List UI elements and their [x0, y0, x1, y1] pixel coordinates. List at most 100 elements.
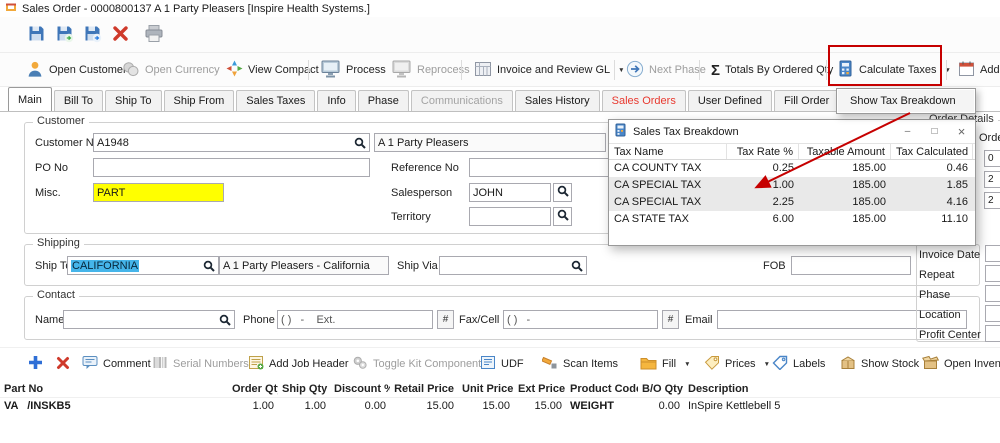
close-button[interactable]: ×	[948, 120, 975, 143]
fax-input[interactable]: ( ) -	[503, 310, 658, 329]
col-taxable-amount[interactable]: Taxable Amount	[799, 144, 891, 159]
repeat-input[interactable]	[985, 265, 1000, 282]
tab-phase[interactable]: Phase	[357, 90, 409, 111]
tab-info[interactable]: Info	[317, 90, 356, 111]
tab-communications[interactable]: Communications	[410, 90, 513, 111]
table-row[interactable]: VA /INSKB5 1.00 1.00 0.00 15.00 15.00 15…	[0, 398, 1000, 415]
col-tax-name[interactable]: Tax Name	[609, 144, 727, 159]
col-discount[interactable]: Discount %	[330, 381, 390, 397]
order-details-spinner-3[interactable]: 2▲▼	[984, 192, 1000, 209]
location-input[interactable]	[985, 305, 1000, 322]
fax-dial-button[interactable]: #	[662, 310, 679, 329]
col-part-no[interactable]: Part No	[0, 381, 228, 397]
col-order-qty[interactable]: Order Qty	[228, 381, 278, 397]
col-description[interactable]: Description	[684, 381, 1000, 397]
add-to-button[interactable]: Add To	[952, 56, 1000, 84]
col-retail-price[interactable]: Retail Price	[390, 381, 458, 397]
fob-input[interactable]	[791, 256, 911, 275]
cell-order-qty[interactable]: 1.00	[228, 398, 278, 415]
menu-item-show-tax-breakdown[interactable]: Show Tax Breakdown	[838, 90, 974, 112]
tab-fill-order[interactable]: Fill Order	[774, 90, 840, 111]
process-button[interactable]: Process	[315, 56, 392, 84]
tax-row[interactable]: CA SPECIAL TAX 2.25 185.00 4.16	[609, 194, 975, 211]
col-tax-rate[interactable]: Tax Rate %	[727, 144, 799, 159]
prices-button[interactable]: Prices ▼	[704, 352, 770, 376]
tax-row[interactable]: CA SPECIAL TAX 1.00 185.00 1.85	[609, 177, 975, 194]
ship-via-input[interactable]	[439, 256, 587, 275]
contact-name-input[interactable]	[63, 310, 235, 329]
tab-ship-to[interactable]: Ship To	[105, 90, 162, 111]
tab-ship-from[interactable]: Ship From	[163, 90, 235, 111]
customer-name-field[interactable]: A 1 Party Pleasers	[374, 133, 606, 152]
open-currency-button[interactable]: Open Currency	[116, 56, 226, 84]
po-no-input[interactable]	[93, 158, 370, 177]
cell-unit-price[interactable]: 15.00	[458, 398, 514, 415]
cell-discount[interactable]: 0.00	[330, 398, 390, 415]
tab-sales-history[interactable]: Sales History	[514, 90, 600, 111]
invoice-date-input[interactable]	[985, 245, 1000, 262]
cell-description[interactable]: InSpire Kettlebell 5	[684, 398, 1000, 415]
labels-button[interactable]: Labels	[772, 352, 825, 376]
delete-line-button[interactable]	[56, 352, 70, 376]
territory-input[interactable]	[469, 207, 551, 226]
salesperson-input[interactable]: JOHN	[469, 183, 551, 202]
col-ship-qty[interactable]: Ship Qty	[278, 381, 330, 397]
cell-part-no[interactable]: VA /INSKB5	[0, 398, 228, 415]
cell-ext-price[interactable]: 15.00	[514, 398, 566, 415]
save-close-button[interactable]	[78, 21, 106, 49]
cell-ship-qty[interactable]: 1.00	[278, 398, 330, 415]
open-inventory-button[interactable]: Open Inventory	[922, 352, 1000, 376]
cancel-changes-button[interactable]	[106, 21, 134, 49]
print-button[interactable]	[140, 21, 168, 49]
show-stock-button[interactable]: Show Stock	[840, 352, 919, 376]
salesperson-search-button[interactable]	[553, 183, 572, 202]
misc-input[interactable]: PART	[93, 183, 224, 202]
scan-items-button[interactable]: Scan Items	[541, 352, 618, 376]
save-refresh-button[interactable]	[50, 21, 78, 49]
dialog-titlebar[interactable]: Sales Tax Breakdown – □ ×	[609, 120, 975, 143]
serial-numbers-button[interactable]: Serial Numbers	[152, 352, 249, 376]
tab-sales-taxes[interactable]: Sales Taxes	[236, 90, 316, 111]
order-details-spinner-1[interactable]: 0▲▼	[984, 150, 1000, 167]
tab-sales-orders[interactable]: Sales Orders	[601, 90, 686, 111]
tax-row[interactable]: CA STATE TAX 6.00 185.00 11.10	[609, 211, 975, 228]
search-icon[interactable]	[354, 137, 366, 149]
chevron-down-icon[interactable]: ▼	[684, 361, 690, 368]
fill-button[interactable]: Fill ▼	[640, 352, 691, 376]
ship-to-name-field[interactable]: A 1 Party Pleasers - California	[219, 256, 389, 275]
minimize-button[interactable]: –	[894, 120, 921, 143]
view-compact-button[interactable]: View Compact	[220, 56, 325, 84]
maximize-button[interactable]: □	[921, 120, 948, 143]
col-bo-qty[interactable]: B/O Qty	[638, 381, 684, 397]
col-product-code[interactable]: Product Code	[566, 381, 638, 397]
toggle-kit-components-button[interactable]: Toggle Kit Components	[352, 352, 487, 376]
col-tax-calculated[interactable]: Tax Calculated	[891, 144, 973, 159]
col-unit-price[interactable]: Unit Price	[458, 381, 514, 397]
customer-no-input[interactable]: A1948	[93, 133, 370, 152]
profit-center-input[interactable]	[985, 325, 1000, 342]
cell-retail-price[interactable]: 15.00	[390, 398, 458, 415]
search-icon[interactable]	[203, 260, 215, 272]
phone-input[interactable]: ( ) - Ext.	[277, 310, 433, 329]
udf-button[interactable]: UDF	[480, 352, 524, 376]
chevron-down-icon[interactable]: ▼	[764, 361, 770, 368]
search-icon[interactable]	[219, 314, 231, 326]
tab-bill-to[interactable]: Bill To	[53, 90, 103, 111]
save-button[interactable]	[22, 21, 50, 49]
add-line-button[interactable]	[28, 352, 43, 376]
add-job-header-button[interactable]: Add Job Header	[248, 352, 349, 376]
col-ext-price[interactable]: Ext Price	[514, 381, 566, 397]
comment-button[interactable]: Comment	[82, 352, 151, 376]
territory-search-button[interactable]	[553, 207, 572, 226]
tab-user-defined[interactable]: User Defined	[687, 90, 773, 111]
totals-by-ordered-qty-button[interactable]: Σ Totals By Ordered Qty	[705, 56, 839, 84]
tax-row[interactable]: CA COUNTY TAX 0.25 185.00 0.46	[609, 160, 975, 177]
order-details-spinner-2[interactable]: 2▲▼	[984, 171, 1000, 188]
invoice-review-gl-button[interactable]: Invoice and Review GL ▼	[468, 56, 631, 84]
cell-product-code[interactable]: WEIGHT	[566, 398, 638, 415]
cell-bo-qty[interactable]: 0.00	[638, 398, 684, 415]
phase-input[interactable]	[985, 285, 1000, 302]
phone-dial-button[interactable]: #	[437, 310, 454, 329]
tab-main[interactable]: Main	[8, 87, 52, 111]
ship-to-input[interactable]: CALIFORNIA	[67, 256, 219, 275]
